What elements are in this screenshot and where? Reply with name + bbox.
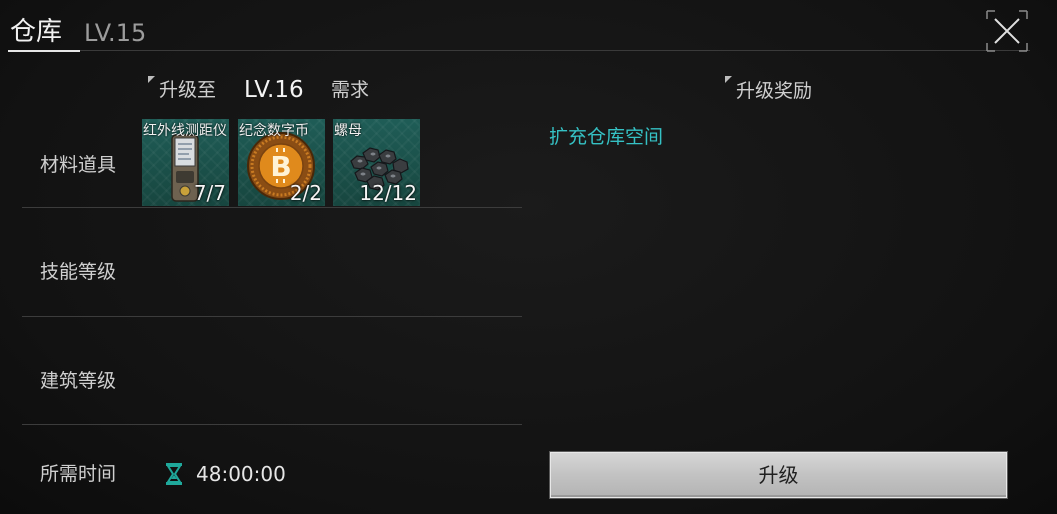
title-underline bbox=[8, 50, 80, 52]
upgrade-button[interactable]: 升级 bbox=[550, 452, 1007, 498]
skill-level-row-label: 技能等级 bbox=[40, 261, 117, 283]
materials-row-label: 材料道具 bbox=[40, 154, 117, 176]
time-required-value: 48:00:00 bbox=[196, 462, 286, 486]
material-name: 红外线测距仪 bbox=[143, 123, 227, 139]
row-divider bbox=[22, 207, 522, 208]
row-divider bbox=[22, 424, 522, 425]
section-corner-mark bbox=[725, 76, 732, 83]
material-item-commemorative-coin[interactable]: B 纪念数字币 2/2 bbox=[238, 119, 325, 206]
svg-text:B: B bbox=[270, 150, 291, 183]
material-item-nuts[interactable]: 螺母 12/12 bbox=[333, 119, 420, 206]
material-count: 2/2 bbox=[289, 181, 322, 205]
reward-item: 扩充仓库空间 bbox=[549, 126, 664, 148]
hourglass-icon bbox=[166, 463, 182, 485]
rewards-header: 升级奖励 bbox=[736, 80, 813, 102]
material-count: 7/7 bbox=[193, 181, 226, 205]
material-item-rangefinder[interactable]: 红外线测距仪 7/7 bbox=[142, 119, 229, 206]
current-level: LV.15 bbox=[84, 19, 147, 47]
page-title: 仓库 bbox=[10, 17, 63, 47]
close-icon bbox=[986, 10, 1028, 52]
header-divider bbox=[80, 50, 1030, 51]
row-divider bbox=[22, 316, 522, 317]
section-corner-mark bbox=[148, 76, 155, 83]
upgrade-to-label: 升级至 bbox=[159, 79, 217, 101]
requirements-label: 需求 bbox=[331, 79, 370, 101]
target-level: LV.16 bbox=[244, 77, 304, 103]
material-count: 12/12 bbox=[359, 181, 417, 205]
material-name: 纪念数字币 bbox=[239, 123, 309, 139]
building-level-row-label: 建筑等级 bbox=[40, 370, 117, 392]
warehouse-upgrade-screen: 仓库 LV.15 升级至 LV.16 需求 升级奖励 扩充仓库空间 材料道具 技… bbox=[0, 0, 1057, 514]
time-required-row-label: 所需时间 bbox=[40, 463, 117, 485]
material-name: 螺母 bbox=[334, 123, 362, 139]
close-button[interactable] bbox=[985, 9, 1029, 53]
